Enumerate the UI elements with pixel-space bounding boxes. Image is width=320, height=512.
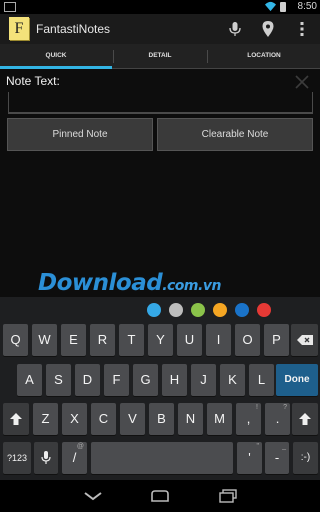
clearable-note-button[interactable]: Clearable Note [157,118,313,151]
key-slash[interactable]: / @ [62,442,87,474]
key-p[interactable]: P [264,324,289,356]
key-f[interactable]: F [104,364,129,396]
key-exclamation-hint: ! [256,404,258,411]
microphone-icon [41,451,51,464]
key-quote-hint: " [256,443,260,450]
key-at-hint: @ [76,443,84,450]
back-chevron-icon[interactable] [82,489,104,503]
location-pin-icon[interactable] [259,20,277,38]
close-icon[interactable] [294,74,310,90]
color-swatch-3[interactable] [213,303,227,317]
key-q[interactable]: Q [3,324,28,356]
voice-input-key[interactable] [34,442,58,474]
key-j[interactable]: J [191,364,216,396]
wifi-icon [265,1,276,12]
status-bar: 8:50 [0,0,320,14]
home-icon[interactable] [149,489,171,503]
tab-quick[interactable]: QUICK [0,44,112,69]
overflow-menu-icon[interactable] [293,20,311,38]
key-x[interactable]: X [62,403,87,435]
battery-icon [280,2,286,12]
watermark-suffix: .com.vn [162,278,221,294]
key-z[interactable]: Z [33,403,58,435]
color-swatch-2[interactable] [191,303,205,317]
key-apostrophe-label: ' [248,450,251,465]
shift-arrow-icon [299,413,311,425]
symbols-key[interactable]: ?123 [3,442,31,474]
watermark-main: Download [38,270,163,296]
color-swatch-5[interactable] [257,303,271,317]
recent-apps-icon[interactable] [217,489,239,503]
key-apostrophe[interactable]: ' " [237,442,262,474]
key-o[interactable]: O [235,324,260,356]
color-swatch-0[interactable] [147,303,161,317]
status-time: 8:50 [297,1,317,12]
tab-detail[interactable]: DETAIL [114,44,206,69]
key-c[interactable]: C [91,403,116,435]
color-swatch-1[interactable] [169,303,183,317]
backspace-icon [296,335,313,345]
pinned-note-button[interactable]: Pinned Note [7,118,153,151]
image-icon [4,2,16,12]
note-text-label: Note Text: [6,74,60,88]
key-d[interactable]: D [75,364,100,396]
watermark-logo: Download.com.vn [38,270,221,296]
microphone-icon[interactable] [226,20,244,38]
key-l[interactable]: L [249,364,274,396]
key-g[interactable]: G [133,364,158,396]
key-s[interactable]: S [46,364,71,396]
key-k[interactable]: K [220,364,245,396]
quick-note-panel: Note Text: Pinned Note Clearable Note Do… [0,70,320,297]
key-period-label: . [275,411,280,426]
key-y[interactable]: Y [148,324,173,356]
backspace-key[interactable] [291,324,318,356]
key-m[interactable]: M [207,403,232,435]
key-v[interactable]: V [120,403,145,435]
key-w[interactable]: W [32,324,57,356]
navigation-bar [0,480,320,512]
color-swatch-4[interactable] [235,303,249,317]
key-b[interactable]: B [149,403,174,435]
key-comma[interactable]: ,! [236,403,261,435]
key-r[interactable]: R [90,324,115,356]
key-period[interactable]: .? [265,403,290,435]
key-dash-label: - [274,450,280,465]
space-bar[interactable] [91,442,233,474]
soft-keyboard: Q W E R T Y U I O P A S D F G H J K L Do… [0,297,320,480]
key-n[interactable]: N [178,403,203,435]
key-dash[interactable]: - _ [265,442,289,474]
smiley-key[interactable]: :-) [293,442,318,474]
key-u[interactable]: U [177,324,202,356]
tab-location[interactable]: LOCATION [208,44,320,69]
action-bar: F FantastiNotes [0,14,320,44]
key-underscore-hint: _ [282,443,286,450]
key-t[interactable]: T [119,324,144,356]
key-i[interactable]: I [206,324,231,356]
shift-arrow-icon [10,413,22,425]
key-slash-label: / [72,450,77,465]
key-comma-label: , [246,411,251,426]
tab-bar: QUICK DETAIL LOCATION [0,44,320,69]
shift-key-right[interactable] [292,403,318,435]
done-button[interactable]: Done [276,364,318,396]
app-title: FantastiNotes [36,22,111,36]
shift-key[interactable] [3,403,29,435]
key-question-hint: ? [283,404,287,411]
key-a[interactable]: A [17,364,42,396]
note-text-input[interactable] [8,92,313,114]
key-h[interactable]: H [162,364,187,396]
key-e[interactable]: E [61,324,86,356]
app-icon[interactable]: F [9,17,29,40]
